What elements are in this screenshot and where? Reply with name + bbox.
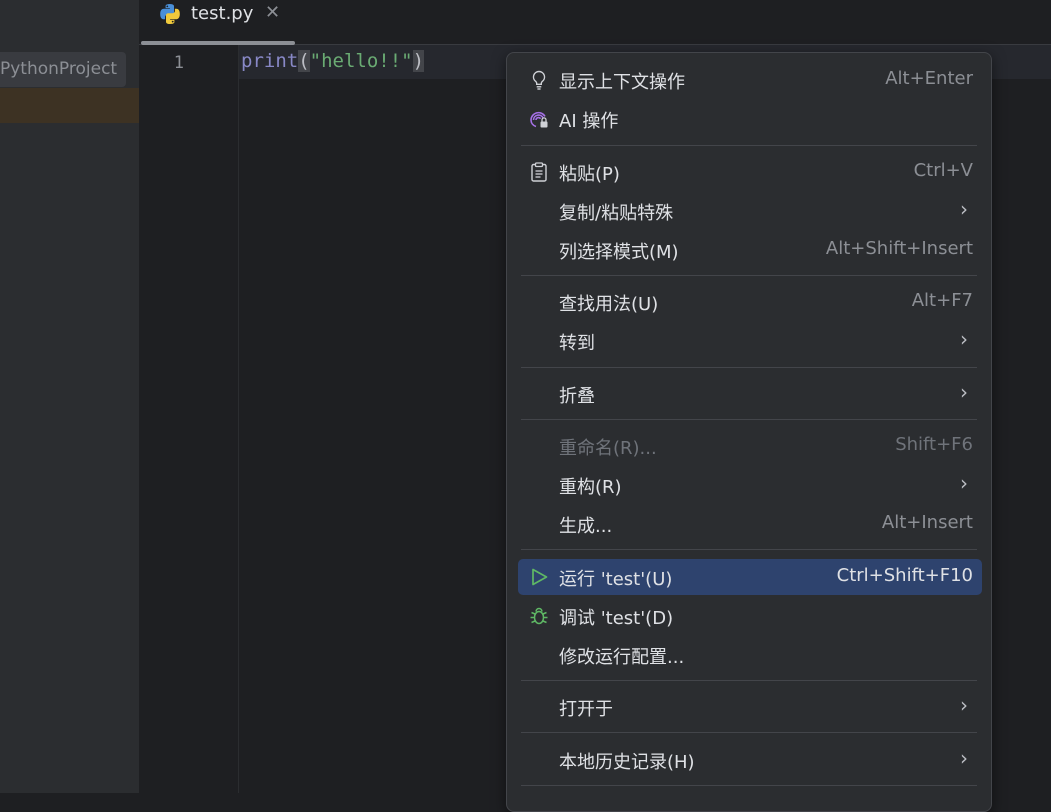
menu-item-label: 打开于 [559,699,613,720]
menu-item-local-history[interactable]: 本地历史记录(H) › [518,742,982,778]
python-icon [160,4,180,24]
menu-item-paste[interactable]: 粘贴(P) Ctrl+V [518,154,982,190]
menu-item-shortcut: Shift+F6 [895,434,973,455]
menu-item-label: 粘贴(P) [559,164,620,185]
close-icon[interactable]: ✕ [265,2,280,23]
menu-item-go-to[interactable]: 转到 › [518,323,982,359]
chevron-right-icon: › [960,746,968,770]
code-paren-close: ) [412,50,425,72]
menu-item-label: 本地历史记录(H) [559,752,695,773]
menu-item-folding[interactable]: 折叠 › [518,376,982,412]
project-name[interactable]: PythonProject [0,52,126,87]
menu-item-refactor[interactable]: 重构(R) › [518,467,982,503]
code-function: print [241,50,299,72]
chevron-right-icon: › [960,471,968,495]
chevron-right-icon: › [960,380,968,404]
menu-separator [521,549,977,550]
menu-separator [521,145,977,146]
menu-item-column-selection-mode[interactable]: 列选择模式(M) Alt+Shift+Insert [518,232,982,268]
menu-item-debug-test[interactable]: 调试 'test'(D) [518,598,982,634]
project-panel: PythonProject [0,0,139,793]
menu-item-label: 重命名(R)... [559,438,657,459]
menu-item-label: 重构(R) [559,477,622,498]
menu-item-run-test[interactable]: 运行 'test'(U) Ctrl+Shift+F10 [518,559,982,595]
menu-separator [521,275,977,276]
menu-item-label: 运行 'test'(U) [559,569,673,590]
tab-label: test.py [191,3,254,24]
menu-item-shortcut: Alt+Shift+Insert [825,238,973,259]
menu-item-open-in[interactable]: 打开于 › [518,689,982,725]
clipboard-icon [531,162,547,182]
menu-item-ai-actions[interactable]: AI 操作 [518,101,982,137]
menu-item-find-usages[interactable]: 查找用法(U) Alt+F7 [518,284,982,320]
menu-item-show-context-actions[interactable]: 显示上下文操作 Alt+Enter [518,62,982,98]
tab-bar: test.py ✕ [139,0,1051,45]
menu-item-label: 折叠 [559,386,595,407]
menu-item-label: 列选择模式(M) [559,242,679,263]
menu-item-shortcut: Alt+Enter [885,68,973,89]
chevron-right-icon: › [960,693,968,717]
tab-test-py[interactable]: test.py ✕ [141,0,295,45]
debug-bug-icon [530,607,548,625]
menu-item-shortcut: Ctrl+Shift+F10 [836,565,973,586]
menu-item-label: 生成... [559,516,613,537]
code-paren-open: ( [298,50,310,72]
lightbulb-icon [532,70,546,90]
menu-item-label: AI 操作 [559,111,619,132]
line-gutter: 1 [139,45,239,793]
context-menu: 显示上下文操作 Alt+Enter AI 操作 粘贴(P) Ctrl+V 复制/… [506,52,992,812]
menu-item-label: 显示上下文操作 [559,72,685,93]
menu-separator [521,367,977,368]
menu-item-generate[interactable]: 生成... Alt+Insert [518,506,982,542]
chevron-right-icon: › [960,197,968,221]
menu-item-label: 修改运行配置... [559,647,685,668]
selected-tree-row[interactable] [0,88,139,123]
menu-item-rename: 重命名(R)... Shift+F6 [518,428,982,464]
menu-item-label: 调试 'test'(D) [559,608,674,629]
menu-item-shortcut: Ctrl+V [913,160,973,181]
ai-assistant-icon [530,111,548,128]
chevron-right-icon: › [960,327,968,351]
menu-separator [521,732,977,733]
line-number: 1 [173,53,184,73]
menu-item-label: 复制/粘贴特殊 [559,203,674,224]
menu-item-shortcut: Alt+Insert [881,512,973,533]
menu-item-shortcut: Alt+F7 [911,290,973,311]
menu-separator [521,680,977,681]
menu-item-copy-paste-special[interactable]: 复制/粘贴特殊 › [518,193,982,229]
menu-separator [521,419,977,420]
menu-item-modify-run-config[interactable]: 修改运行配置... [518,637,982,673]
code-line[interactable]: print("hello!!") [241,50,425,72]
menu-item-label: 转到 [559,333,595,354]
code-string: "hello!!" [309,50,413,72]
menu-item-label: 查找用法(U) [559,294,659,315]
run-icon [532,568,548,586]
menu-separator [521,785,977,786]
